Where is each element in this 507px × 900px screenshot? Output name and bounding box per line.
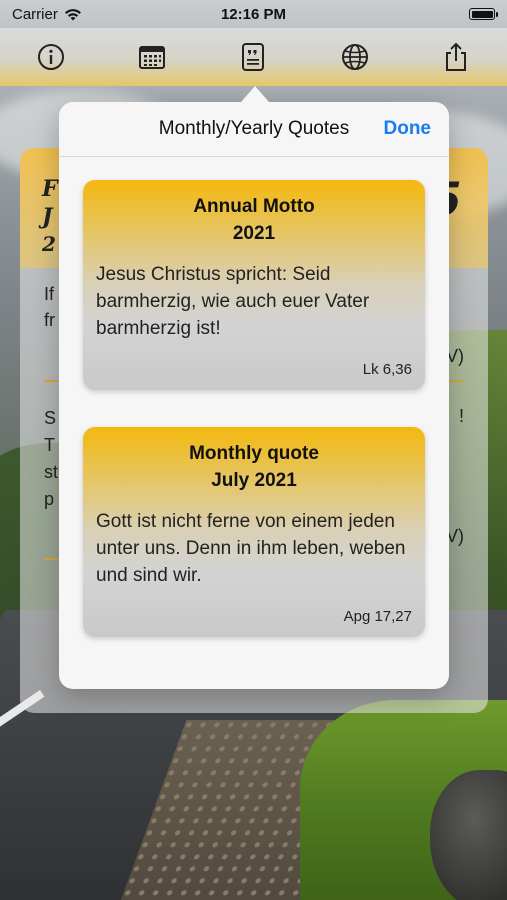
card-heading-line2: July 2021 [211,470,297,491]
calendar-icon [139,46,166,69]
annual-motto-card: Annual Motto 2021 Jesus Christus spricht… [83,180,425,390]
card-heading-line1: Monthly quote [189,443,319,464]
popover-header: Monthly/Yearly Quotes Done [59,102,449,157]
info-button[interactable] [31,37,71,77]
quote-text: Gott ist nicht ferne von einem jeden unt… [96,511,406,586]
globe-icon [341,44,368,70]
divider [44,558,58,560]
language-button[interactable] [335,37,375,77]
text-fragment: 2 [42,232,56,256]
toolbar [0,28,507,86]
popover-arrow [241,86,269,102]
wifi-icon [64,8,81,20]
monthly-quote-card: Monthly quote July 2021 Gott ist nicht f… [83,427,425,637]
bible-reference: Apg 17,27 [343,608,412,625]
battery-icon [469,8,498,20]
card-heading-line2: 2021 [232,223,276,244]
quote-card-icon [242,43,265,71]
card-heading: Monthly quote July 2021 [83,427,425,494]
divider [450,380,464,382]
bible-reference: Lk 6,36 [362,361,412,378]
card-heading-line1: Annual Motto [193,196,315,217]
done-button[interactable]: Done [384,102,432,156]
text-fragment: T [44,435,55,455]
quote-text: Jesus Christus spricht: Seid barmherzig,… [96,264,370,339]
share-icon [446,42,467,71]
quotes-popover: Monthly/Yearly Quotes Done Annual Motto … [59,102,449,689]
divider [44,380,58,382]
popover-title: Monthly/Yearly Quotes [158,118,350,139]
status-left: Carrier [12,6,82,23]
status-bar: Carrier 12:16 PM [0,0,507,28]
text-fragment: S [44,408,57,428]
text-fragment: J [42,204,53,230]
text-fragment: fr [44,310,55,330]
card-heading: Annual Motto 2021 [83,180,425,247]
text-fragment: st [44,462,59,482]
text-fragment: If [44,284,55,304]
info-icon [37,44,64,70]
text-fragment: F [42,176,58,202]
share-button[interactable] [436,37,476,77]
quotes-button[interactable] [233,37,273,77]
text-fragment: p [44,489,55,509]
text-fragment: ! [458,406,464,426]
calendar-button[interactable] [132,37,172,77]
carrier-label: Carrier [12,5,58,23]
